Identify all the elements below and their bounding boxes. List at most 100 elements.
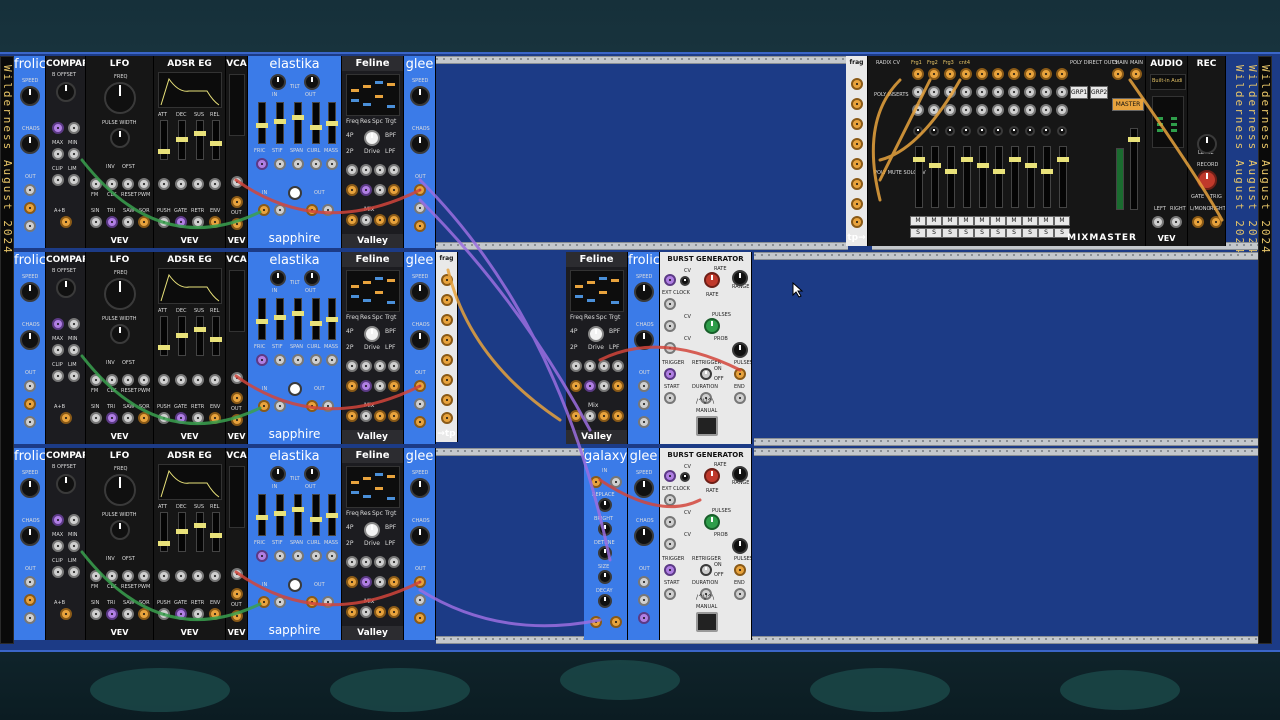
rel-cv-jack[interactable]	[209, 570, 221, 582]
trgt-cv-jack[interactable]	[388, 360, 400, 372]
env-out-jack[interactable]	[209, 608, 221, 620]
left-output-jack[interactable]	[306, 204, 318, 216]
b-input-jack[interactable]	[68, 318, 80, 330]
x-output-jack[interactable]	[414, 576, 426, 588]
chaos-knob[interactable]	[20, 330, 40, 350]
span-slider[interactable]	[292, 494, 304, 536]
device-display[interactable]: Built-in Audi	[1150, 74, 1186, 90]
res-attn-jack[interactable]	[360, 184, 372, 196]
channel-mute-button[interactable]: M	[974, 216, 990, 226]
x-output-jack[interactable]	[24, 184, 36, 196]
pulses-out-jack[interactable]	[734, 564, 746, 576]
channel-input-jack[interactable]	[928, 68, 940, 80]
att-cv-jack[interactable]	[158, 570, 170, 582]
dec-cv-jack[interactable]	[175, 178, 187, 190]
att-cv-jack[interactable]	[158, 374, 170, 386]
pulses-knob[interactable]	[704, 318, 720, 334]
attack-fader[interactable]	[158, 316, 170, 356]
output-tilt-knob[interactable]	[304, 466, 320, 482]
trgt-attn-jack[interactable]	[612, 380, 624, 392]
tp-jack-1[interactable]	[441, 274, 453, 286]
sustain-fader[interactable]	[194, 316, 206, 356]
gate-jack[interactable]	[175, 216, 187, 228]
tp-jack-6[interactable]	[851, 178, 863, 190]
channel-insert-jack[interactable]	[976, 86, 988, 98]
min-jack[interactable]	[68, 148, 80, 160]
ext-clock-jack[interactable]	[664, 298, 676, 310]
channel-pan-knob[interactable]	[913, 126, 923, 136]
lim-jack[interactable]	[68, 174, 80, 186]
speed-knob[interactable]	[410, 478, 430, 498]
lim-jack[interactable]	[68, 370, 80, 382]
chaos-knob[interactable]	[20, 134, 40, 154]
mass-slider[interactable]	[326, 494, 338, 536]
channel-send-jack[interactable]	[944, 104, 956, 116]
channel-insert-jack[interactable]	[960, 86, 972, 98]
z-output-jack[interactable]	[414, 220, 426, 232]
right-in-jack[interactable]	[610, 476, 622, 488]
mass-cv-jack[interactable]	[326, 354, 338, 366]
channel-pan-knob[interactable]	[961, 126, 971, 136]
friction-slider[interactable]	[256, 494, 268, 536]
sus-cv-jack[interactable]	[192, 374, 204, 386]
start-jack[interactable]	[664, 588, 676, 600]
channel-insert-jack[interactable]	[992, 86, 1004, 98]
saw-jack[interactable]	[122, 216, 134, 228]
rate-cv-knob[interactable]	[680, 472, 690, 482]
sin-jack[interactable]	[90, 216, 102, 228]
a-input-jack[interactable]	[52, 122, 64, 134]
level-knob[interactable]	[1197, 134, 1217, 154]
y-output-jack[interactable]	[24, 202, 36, 214]
right-in-jack[interactable]	[360, 214, 372, 226]
left-in-jack[interactable]	[590, 476, 602, 488]
end-jack[interactable]	[734, 588, 746, 600]
lim-jack[interactable]	[68, 566, 80, 578]
pwm-jack[interactable]	[138, 374, 150, 386]
signal-input-jack[interactable]	[231, 196, 243, 208]
z-output-jack[interactable]	[414, 416, 426, 428]
channel-input-jack[interactable]	[960, 68, 972, 80]
bright-knob[interactable]	[598, 522, 612, 536]
y-output-jack[interactable]	[24, 594, 36, 606]
res-cv-jack[interactable]	[360, 164, 372, 176]
output-tilt-knob[interactable]	[304, 74, 320, 90]
decay-fader[interactable]	[176, 512, 188, 552]
retrigger-switch[interactable]	[700, 564, 712, 576]
span-cv-jack[interactable]	[292, 158, 304, 170]
audio-right-jack[interactable]	[1170, 216, 1182, 228]
b-offset-knob[interactable]	[56, 82, 76, 102]
res-attn-jack[interactable]	[360, 576, 372, 588]
sin-jack[interactable]	[90, 608, 102, 620]
tri-jack[interactable]	[106, 412, 118, 424]
drive-knob[interactable]	[364, 326, 380, 342]
chaos-knob[interactable]	[634, 330, 654, 350]
drive-cv-jack[interactable]	[374, 184, 386, 196]
y-output-jack[interactable]	[638, 594, 650, 606]
tp-jack-8[interactable]	[851, 216, 863, 228]
z-output-jack[interactable]	[24, 612, 36, 624]
channel-insert-jack[interactable]	[1040, 86, 1052, 98]
reset-jack[interactable]	[122, 570, 134, 582]
drive-knob[interactable]	[364, 522, 380, 538]
tp-jack-2[interactable]	[851, 98, 863, 110]
z-output-jack[interactable]	[638, 612, 650, 624]
retrig-jack[interactable]	[192, 216, 204, 228]
prob-knob[interactable]	[732, 342, 748, 358]
speed-knob[interactable]	[20, 282, 40, 302]
channel-fader[interactable]	[1041, 146, 1053, 208]
master-fader[interactable]	[1128, 128, 1140, 210]
tp-jack-5[interactable]	[441, 354, 453, 366]
retrig-jack[interactable]	[192, 412, 204, 424]
trgt-attn-jack[interactable]	[388, 576, 400, 588]
release-fader[interactable]	[210, 120, 222, 160]
freq-attn-jack[interactable]	[570, 380, 582, 392]
pulse-width-knob[interactable]	[110, 520, 130, 540]
max-jack[interactable]	[52, 148, 64, 160]
res-attn-jack[interactable]	[360, 380, 372, 392]
tri-jack[interactable]	[106, 216, 118, 228]
trgt-cv-jack[interactable]	[388, 556, 400, 568]
a-plus-b-jack[interactable]	[60, 412, 72, 424]
y-output-jack[interactable]	[414, 594, 426, 606]
rate-cv-jack[interactable]	[664, 274, 676, 286]
spc-cv-jack[interactable]	[374, 360, 386, 372]
